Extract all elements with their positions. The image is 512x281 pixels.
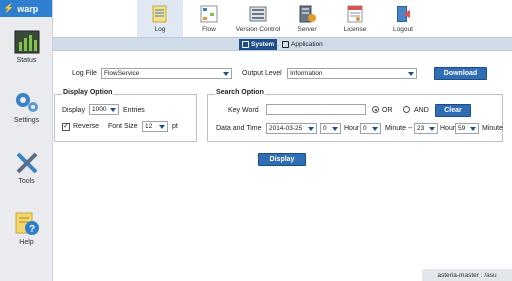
nav-item-flow[interactable]: Flow [186, 0, 232, 37]
app-logo[interactable]: ⚡ warp [0, 0, 52, 17]
search-option-title: Search Option [215, 89, 265, 96]
end-hour-value: 23 [417, 125, 425, 132]
brand-name: warp [17, 3, 39, 14]
sidebar-item-label: Tools [18, 178, 35, 185]
pt-label: pt [172, 123, 178, 130]
display-option-group [54, 94, 197, 142]
top-nav: Log Flow Version Control Server License … [53, 0, 512, 37]
hour-label: Hour [440, 125, 456, 132]
font-size-label: Font Size [108, 123, 138, 130]
gears-icon [15, 93, 38, 112]
sidebar-item-help[interactable]: ? Help [0, 212, 53, 246]
date-select[interactable]: 2014-03-25 [266, 123, 317, 134]
chevron-down-icon [110, 108, 116, 112]
sidebar-item-label: Help [19, 239, 34, 246]
reverse-checkbox[interactable]: ✓ [62, 123, 70, 131]
help-icon: ? [15, 212, 39, 235]
start-hour-select[interactable]: 0 [320, 123, 341, 134]
chevron-down-icon [429, 127, 435, 131]
sidebar-item-tools[interactable]: Tools [0, 151, 53, 185]
display-count-value: 1000 [92, 106, 107, 113]
sidebar-item-status[interactable]: Status [0, 30, 53, 64]
server-icon [299, 5, 316, 23]
chevron-down-icon [332, 127, 338, 131]
font-size-value: 12 [145, 123, 153, 130]
sidebar: ⚡ warp Status Settings Tools ? Help [0, 0, 53, 281]
keyword-input[interactable] [266, 104, 366, 115]
nav-item-log[interactable]: Log [137, 0, 183, 37]
chevron-down-icon [308, 127, 314, 131]
nav-item-label: Logout [393, 26, 413, 33]
application-icon [282, 41, 289, 48]
chevron-down-icon [159, 125, 165, 129]
nav-item-label: License [343, 26, 367, 33]
chevron-down-icon [223, 72, 229, 76]
system-icon [242, 41, 249, 48]
sidebar-item-label: Status [16, 57, 37, 64]
tab-application[interactable]: Application [279, 39, 326, 50]
and-radio[interactable] [403, 106, 410, 113]
nav-item-license[interactable]: License [332, 0, 378, 37]
start-minute-select[interactable]: 0 [360, 123, 381, 134]
tab-system[interactable]: System [239, 39, 278, 50]
display-button[interactable]: Display [258, 153, 306, 166]
search-option-group [207, 94, 503, 142]
minute-label: Minute [482, 125, 504, 132]
or-radio[interactable] [372, 106, 379, 113]
output-level-value: Information [290, 70, 323, 77]
tools-icon [16, 152, 37, 174]
reverse-label: Reverse [73, 123, 100, 130]
log-file-value: FlowService [104, 70, 140, 77]
date-time-label: Data and Time [216, 125, 262, 132]
nav-item-label: Server [297, 26, 317, 33]
minute-range-label: Minute -- [385, 125, 413, 132]
display-count-select[interactable]: 1000 [89, 104, 119, 115]
download-button[interactable]: Download [434, 67, 487, 80]
clear-button[interactable]: Clear [435, 104, 471, 117]
log-file-label: Log File [72, 70, 97, 77]
chevron-down-icon [408, 72, 414, 76]
bolt-icon: ⚡ [3, 3, 15, 13]
end-minute-select[interactable]: 59 [455, 123, 479, 134]
log-file-select[interactable]: FlowService [101, 68, 232, 79]
nav-item-version-control[interactable]: Version Control [235, 0, 281, 37]
sidebar-item-settings[interactable]: Settings [0, 90, 53, 124]
nav-item-logout[interactable]: Logout [380, 0, 426, 37]
svg-text:?: ? [28, 224, 34, 235]
chart-icon [14, 30, 39, 54]
end-minute-value: 59 [458, 125, 466, 132]
start-hour-value: 0 [323, 125, 327, 132]
display-option-title: Display Option [62, 89, 114, 96]
and-label: AND [414, 107, 429, 114]
chevron-down-icon [470, 127, 476, 131]
chevron-down-icon [372, 127, 378, 131]
or-label: OR [382, 107, 393, 114]
nav-item-server[interactable]: Server [284, 0, 330, 37]
log-icon [152, 5, 167, 23]
nav-item-label: Log [154, 26, 166, 33]
nav-item-label: Version Control [235, 26, 281, 33]
sub-tab-bar: System Application [53, 37, 512, 51]
date-value: 2014-03-25 [269, 125, 303, 132]
start-minute-value: 0 [363, 125, 367, 132]
end-hour-select[interactable]: 23 [414, 123, 438, 134]
display-label: Display [62, 107, 85, 114]
version-control-icon [249, 6, 267, 22]
logout-icon [397, 6, 410, 22]
hour-label: Hour [344, 125, 360, 132]
entries-label: Entries [123, 107, 145, 114]
tab-label: Application [291, 41, 323, 48]
nav-item-label: Flow [202, 26, 216, 33]
sidebar-item-label: Settings [13, 117, 40, 124]
keyword-label: Key Word [228, 107, 259, 114]
flow-icon [200, 5, 218, 23]
status-bar: asteria-master : /asu [422, 269, 512, 281]
license-icon [347, 5, 363, 23]
output-level-label: Output Level [242, 70, 282, 77]
output-level-select[interactable]: Information [287, 68, 417, 79]
font-size-select[interactable]: 12 [142, 121, 168, 132]
tab-label: System [251, 41, 275, 48]
